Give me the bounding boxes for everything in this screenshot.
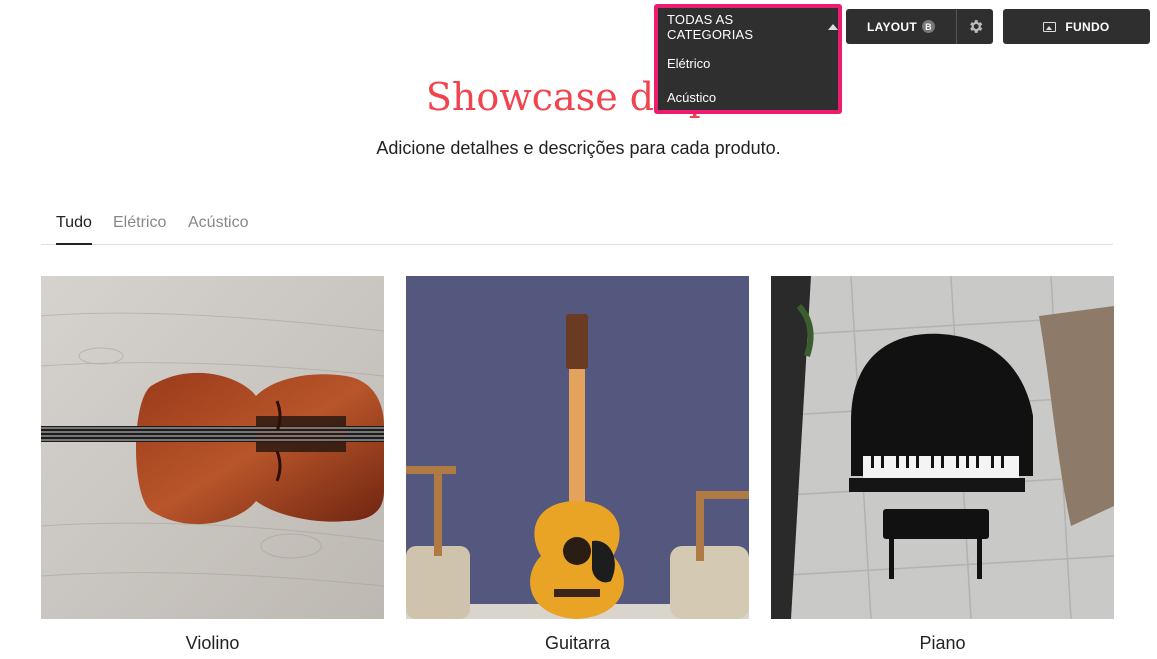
category-dropdown[interactable]: TODAS AS CATEGORIAS Elétrico Acústico	[654, 4, 842, 114]
background-label: FUNDO	[1065, 19, 1110, 34]
tab-eletrico[interactable]: Elétrico	[113, 214, 166, 243]
guitar-image	[406, 276, 749, 619]
violin-image	[41, 276, 384, 619]
image-icon	[1043, 21, 1057, 32]
gear-icon	[969, 20, 982, 33]
tab-acustico[interactable]: Acústico	[188, 214, 248, 243]
product-name: Piano	[919, 633, 966, 653]
product-name: Violino	[185, 633, 240, 653]
layout-button[interactable]: LAYOUT B	[846, 9, 957, 44]
product-name: Guitarra	[544, 633, 611, 653]
tab-tudo[interactable]: Tudo	[56, 214, 92, 245]
product-card-guitarra[interactable]: Guitarra	[406, 276, 749, 654]
product-card-violino[interactable]: Violino	[41, 276, 384, 654]
caret-up-icon	[828, 24, 838, 30]
background-button[interactable]: FUNDO	[1003, 9, 1150, 44]
layout-badge: B	[922, 20, 936, 33]
settings-button[interactable]	[957, 9, 993, 44]
piano-image	[771, 276, 1114, 619]
category-tabs: Tudo Elétrico Acústico	[41, 204, 1113, 245]
category-dropdown-label: TODAS AS CATEGORIAS	[667, 12, 754, 42]
page-title: Showcase de pr	[425, 75, 732, 119]
category-dropdown-toggle[interactable]: TODAS AS CATEGORIAS	[658, 8, 838, 46]
product-card-piano[interactable]: Piano	[771, 276, 1114, 654]
dropdown-option-eletrico[interactable]: Elétrico	[667, 56, 710, 71]
layout-label: LAYOUT	[866, 19, 918, 34]
dropdown-option-acustico[interactable]: Acústico	[667, 90, 716, 105]
page-subtitle: Adicione detalhes e descrições para cada…	[376, 138, 781, 158]
